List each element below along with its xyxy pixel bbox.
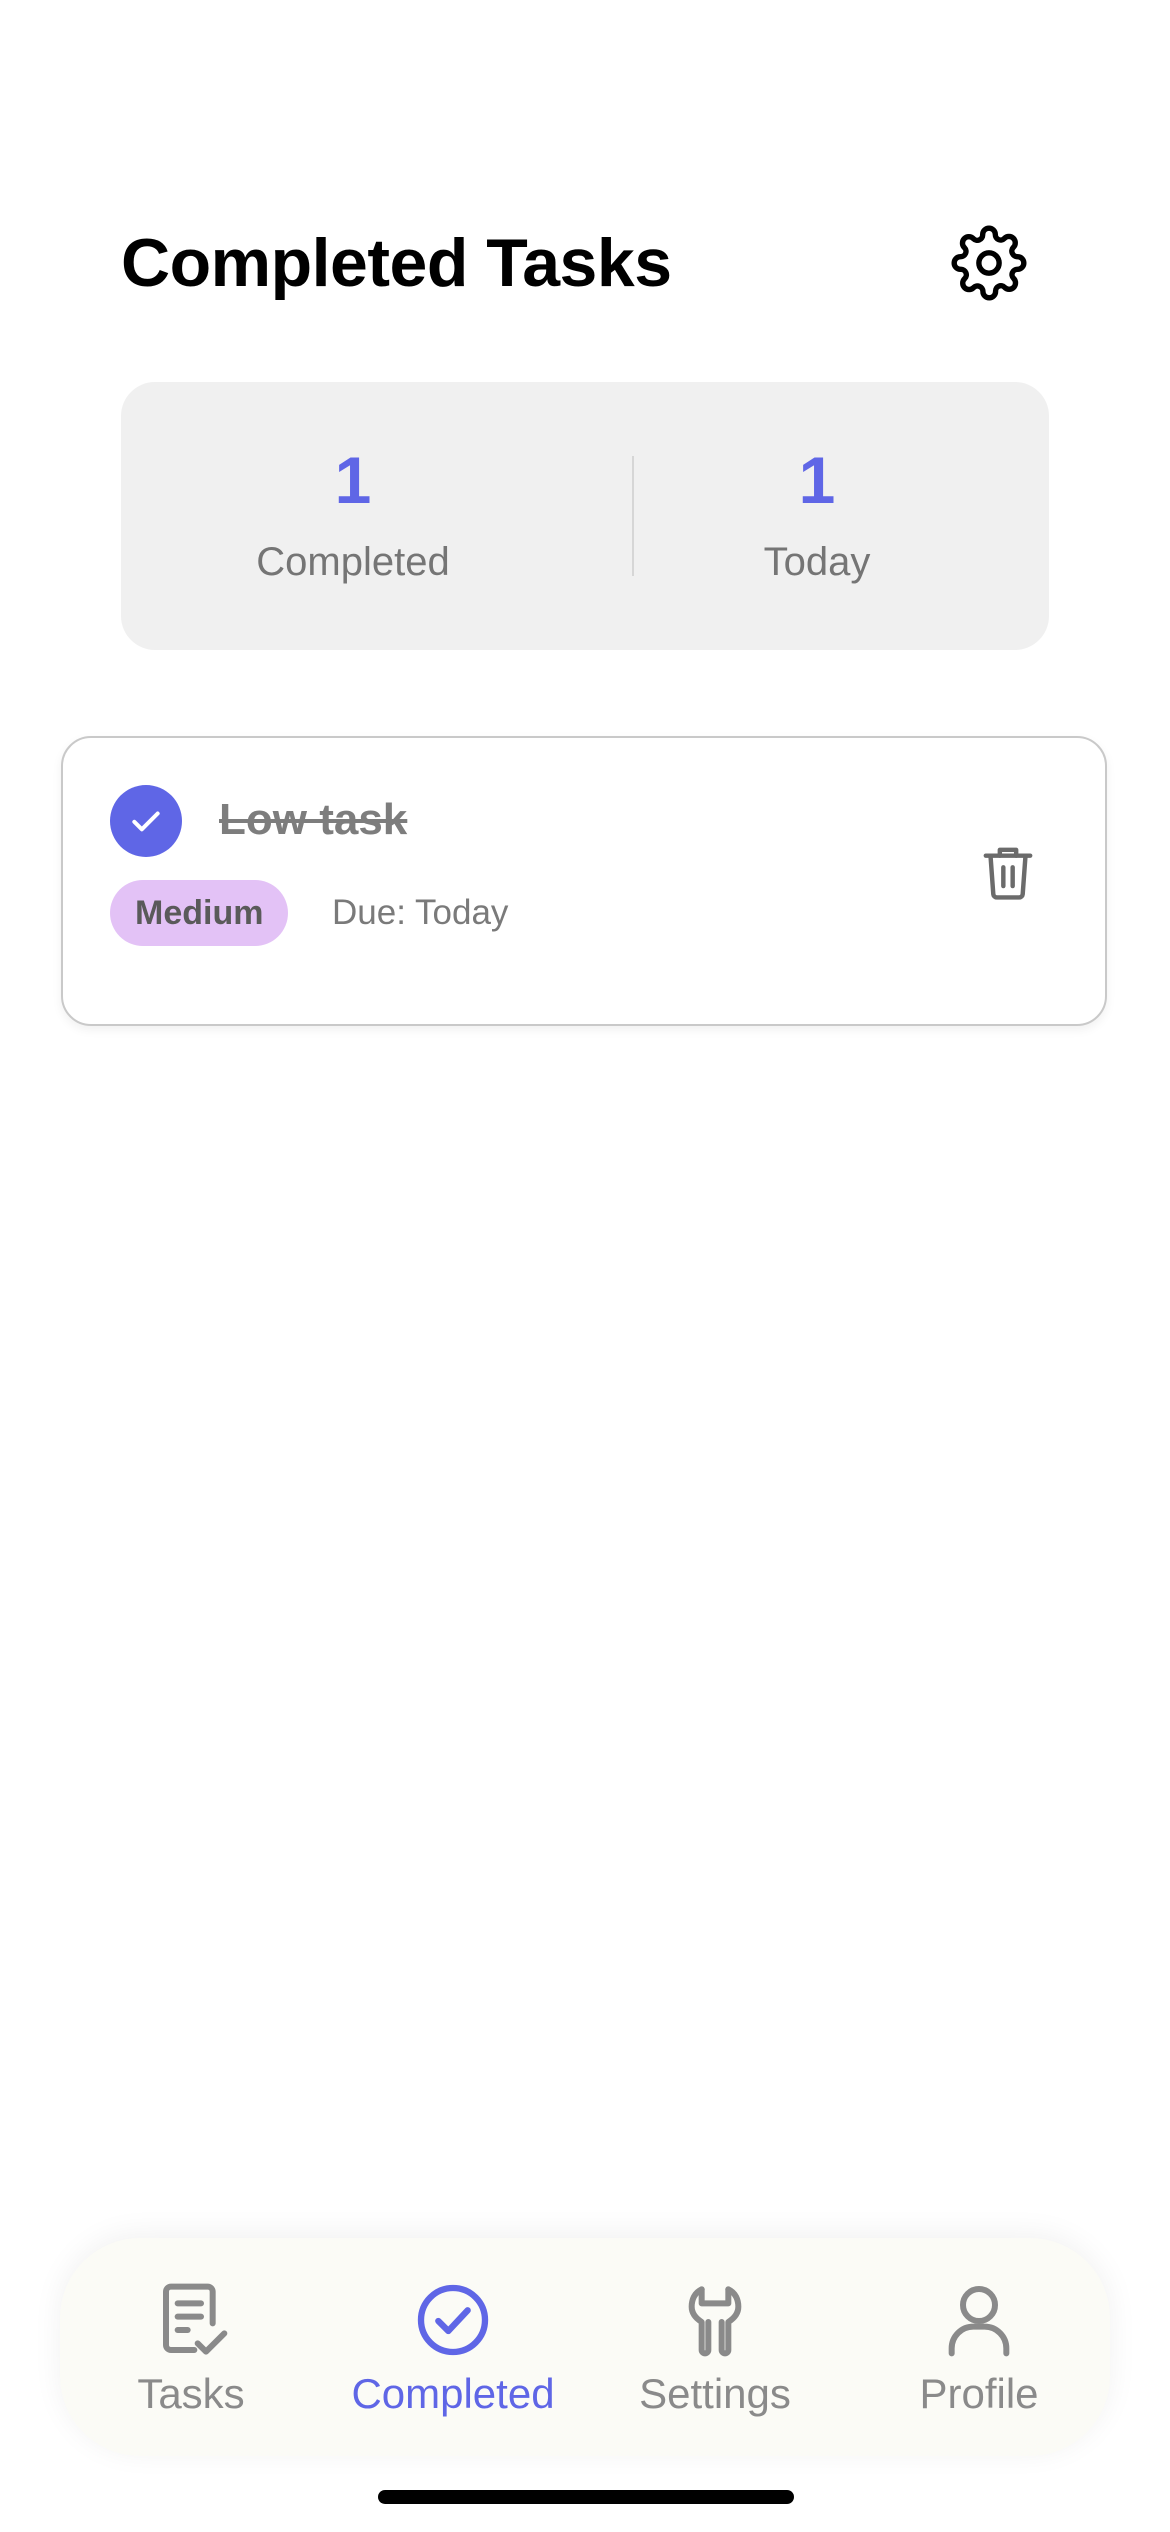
settings-button[interactable] bbox=[950, 224, 1028, 302]
tab-profile[interactable]: Profile bbox=[848, 2238, 1110, 2456]
tab-completed[interactable]: Completed bbox=[322, 2238, 584, 2456]
page-title: Completed Tasks bbox=[121, 225, 672, 301]
home-indicator bbox=[378, 2490, 794, 2504]
stat-completed-value: 1 bbox=[334, 443, 372, 517]
check-circle-icon bbox=[417, 2284, 489, 2356]
tab-completed-label: Completed bbox=[351, 2370, 555, 2417]
tab-tasks[interactable]: Tasks bbox=[60, 2238, 322, 2456]
wrench-icon bbox=[688, 2286, 742, 2357]
priority-badge: Medium bbox=[110, 880, 289, 946]
task-due-date: Due: Today bbox=[332, 893, 509, 932]
stat-today-value: 1 bbox=[798, 443, 836, 517]
checkmark-icon bbox=[132, 811, 160, 832]
tab-profile-label: Profile bbox=[919, 2370, 1039, 2417]
tasks-icon bbox=[163, 2283, 228, 2355]
tab-settings-label: Settings bbox=[639, 2370, 791, 2417]
stat-today: 1 Today bbox=[585, 382, 1049, 650]
task-card[interactable]: Low task Medium Due: Today bbox=[61, 736, 1107, 1026]
stat-completed-label: Completed bbox=[256, 540, 450, 584]
stat-completed: 1 Completed bbox=[121, 382, 585, 650]
task-complete-checkbox[interactable] bbox=[110, 785, 182, 857]
trash-icon bbox=[983, 847, 1033, 900]
tab-settings[interactable]: Settings bbox=[584, 2238, 846, 2456]
completed-tasks-screen: Completed Tasks 1 Completed 1 Today Low … bbox=[0, 0, 1170, 2532]
stat-today-label: Today bbox=[763, 540, 871, 584]
task-title: Low task bbox=[219, 795, 408, 844]
gear-icon bbox=[951, 225, 1027, 301]
delete-task-button[interactable] bbox=[973, 833, 1043, 911]
tab-tasks-label: Tasks bbox=[137, 2370, 245, 2417]
tab-bar: Tasks Completed Settings Profile bbox=[60, 2238, 1110, 2456]
stats-card: 1 Completed 1 Today bbox=[121, 382, 1049, 650]
person-icon bbox=[948, 2285, 1010, 2357]
